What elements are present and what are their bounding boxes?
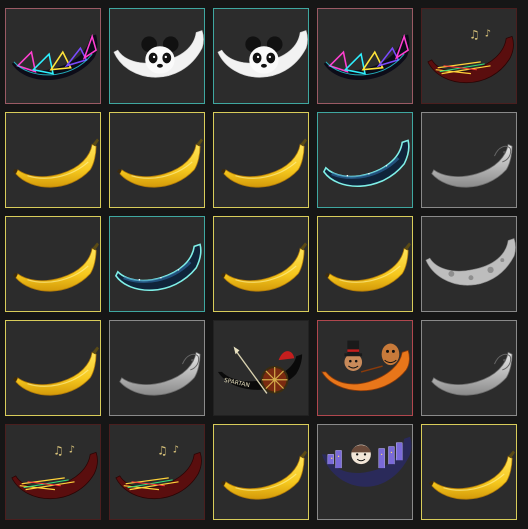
statue-banana-image (110, 321, 204, 415)
galaxy-banana-image (318, 113, 412, 207)
moon-banana-image (422, 217, 516, 311)
classic-banana-image (318, 217, 412, 311)
classic-banana-image (6, 113, 100, 207)
svg-text:♪: ♪ (69, 444, 75, 455)
music-banana-tile[interactable]: ♫ ♪ (5, 424, 101, 520)
svg-text:♫: ♫ (469, 27, 480, 41)
classic-banana-image (422, 425, 516, 519)
classic-banana-image (6, 321, 100, 415)
galaxy-banana-tile[interactable] (109, 216, 205, 312)
panda-banana-image (214, 9, 308, 103)
neon-banana-image (318, 9, 412, 103)
classic-banana-image (214, 217, 308, 311)
city-banana-image (318, 425, 412, 519)
moon-banana-tile[interactable] (421, 216, 517, 312)
circus-banana-image (318, 321, 412, 415)
svg-text:♪: ♪ (485, 28, 491, 39)
classic-banana-tile[interactable] (213, 112, 309, 208)
panda-banana-tile[interactable] (213, 8, 309, 104)
classic-banana-tile[interactable] (5, 320, 101, 416)
neon-banana-tile[interactable] (317, 8, 413, 104)
classic-banana-image (214, 113, 308, 207)
classic-banana-tile[interactable] (317, 216, 413, 312)
statue-banana-tile[interactable] (421, 320, 517, 416)
neon-banana-image (6, 9, 100, 103)
skin-inventory-grid: ♫ ♪ SPARTAN ♫ ♪ ♫ ♪ (5, 8, 524, 527)
city-banana-tile[interactable] (317, 424, 413, 520)
statue-banana-image (422, 321, 516, 415)
classic-banana-image (214, 425, 308, 519)
music-banana-image: ♫ ♪ (422, 9, 516, 103)
statue-banana-tile[interactable] (109, 320, 205, 416)
svg-text:♫: ♫ (53, 443, 64, 457)
classic-banana-tile[interactable] (109, 112, 205, 208)
spartan-banana-tile[interactable]: SPARTAN (213, 320, 309, 416)
galaxy-banana-image (110, 217, 204, 311)
galaxy-banana-tile[interactable] (317, 112, 413, 208)
statue-banana-image (422, 113, 516, 207)
classic-banana-tile[interactable] (5, 112, 101, 208)
classic-banana-tile[interactable] (421, 424, 517, 520)
classic-banana-tile[interactable] (213, 216, 309, 312)
panda-banana-tile[interactable] (109, 8, 205, 104)
circus-banana-tile[interactable] (317, 320, 413, 416)
music-banana-image: ♫ ♪ (6, 425, 100, 519)
classic-banana-image (110, 113, 204, 207)
neon-banana-tile[interactable] (5, 8, 101, 104)
spartan-banana-image: SPARTAN (214, 321, 308, 415)
classic-banana-image (6, 217, 100, 311)
svg-text:♫: ♫ (157, 443, 168, 457)
svg-text:SPARTAN: SPARTAN (223, 378, 250, 389)
music-banana-tile[interactable]: ♫ ♪ (109, 424, 205, 520)
statue-banana-tile[interactable] (421, 112, 517, 208)
panda-banana-image (110, 9, 204, 103)
classic-banana-tile[interactable] (5, 216, 101, 312)
music-banana-tile[interactable]: ♫ ♪ (421, 8, 517, 104)
classic-banana-tile[interactable] (213, 424, 309, 520)
svg-text:♪: ♪ (173, 444, 179, 455)
music-banana-image: ♫ ♪ (110, 425, 204, 519)
